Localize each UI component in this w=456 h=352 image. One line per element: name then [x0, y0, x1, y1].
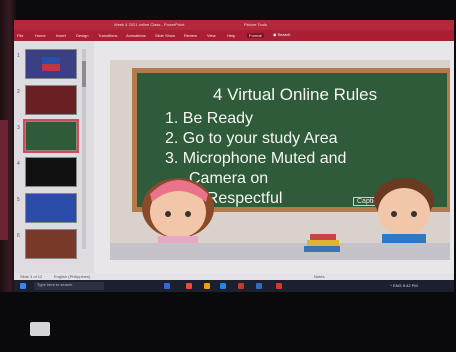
laptop-body [0, 292, 456, 352]
slide-canvas[interactable]: 4 Virtual Online Rules 1. Be Ready 2. Go… [110, 60, 450, 260]
tab-animations[interactable]: Animations [126, 33, 146, 38]
thumb-number: 3 [17, 125, 20, 131]
slide-thumbnail-4[interactable] [25, 157, 77, 187]
search-label: Search [277, 32, 291, 37]
search-placeholder: Type here to search [37, 282, 73, 287]
keyboard-key [30, 322, 50, 336]
system-tray[interactable]: ^ ENG 9:42 PM [390, 283, 418, 288]
picture-tools-label: Picture Tools [244, 22, 267, 27]
tab-format[interactable]: Format [247, 33, 264, 38]
tab-home[interactable]: Home [35, 33, 46, 38]
explorer-icon[interactable] [204, 283, 210, 289]
app-icon[interactable] [276, 283, 282, 289]
lightbulb-icon: ◉ [273, 32, 277, 37]
start-icon[interactable] [20, 283, 26, 289]
tab-design[interactable]: Design [76, 33, 88, 38]
slide-thumbnail-6[interactable] [25, 229, 77, 259]
tab-transitions[interactable]: Transitions [98, 33, 117, 38]
slide-thumbnail-pane: 1 2 3 4 5 6 [14, 41, 94, 273]
thumb-number: 2 [17, 89, 20, 95]
ribbon-search[interactable]: ◉ Search [273, 32, 290, 37]
books-image [304, 234, 340, 252]
taskbar-search[interactable]: Type here to search [34, 282, 104, 290]
edge-icon[interactable] [220, 283, 226, 289]
flag-image [42, 57, 60, 71]
tab-insert[interactable]: Insert [56, 33, 66, 38]
desk [110, 243, 450, 260]
thumb-number: 6 [17, 233, 20, 239]
slide-thumbnail-3[interactable] [23, 119, 79, 153]
slide-info: Slide 3 of 12 [20, 274, 43, 279]
thumb-number: 4 [17, 161, 20, 167]
tab-file[interactable]: File [17, 33, 23, 38]
bezel-accent [0, 120, 8, 240]
chrome-icon[interactable] [186, 283, 192, 289]
rule-2[interactable]: 2. Go to your study Area [165, 130, 338, 148]
powerpoint-icon[interactable] [238, 283, 244, 289]
tab-slide-show[interactable]: Slide Show [155, 33, 175, 38]
powerpoint-window: Week 4 2021 online Class - PowerPoint Pi… [14, 20, 454, 292]
status-bar: Slide 3 of 12 English (Philippines) Note… [14, 273, 454, 280]
language[interactable]: English (Philippines) [54, 274, 90, 279]
word-icon[interactable] [256, 283, 262, 289]
title-bar: Week 4 2021 online Class - PowerPoint Pi… [14, 20, 454, 30]
notes-button[interactable]: Notes [314, 274, 324, 279]
slide-thumbnail-5[interactable] [25, 193, 77, 223]
rule-1[interactable]: 1. Be Ready [165, 110, 253, 128]
window-title: Week 4 2021 online Class - PowerPoint [114, 22, 185, 27]
slide-thumbnail-2[interactable] [25, 85, 77, 115]
thumb-number: 1 [17, 53, 20, 59]
tab-help[interactable]: Help [227, 33, 235, 38]
thumb-number: 5 [17, 197, 20, 203]
windows-taskbar: Type here to search ^ ENG 9:42 PM [14, 280, 454, 292]
tab-review[interactable]: Review [184, 33, 197, 38]
scrollbar-thumb[interactable] [82, 61, 86, 87]
task-view-icon[interactable] [164, 283, 170, 289]
slide-title[interactable]: 4 Virtual Online Rules [213, 85, 377, 105]
ribbon-tabs: File Home Insert Design Transitions Anim… [14, 30, 454, 41]
slide-thumbnail-1[interactable] [25, 49, 77, 79]
girl-character-image[interactable] [130, 160, 220, 255]
boy-character-image[interactable] [360, 164, 450, 254]
thumbnail-scrollbar[interactable] [82, 49, 86, 249]
tab-view[interactable]: View [207, 33, 216, 38]
